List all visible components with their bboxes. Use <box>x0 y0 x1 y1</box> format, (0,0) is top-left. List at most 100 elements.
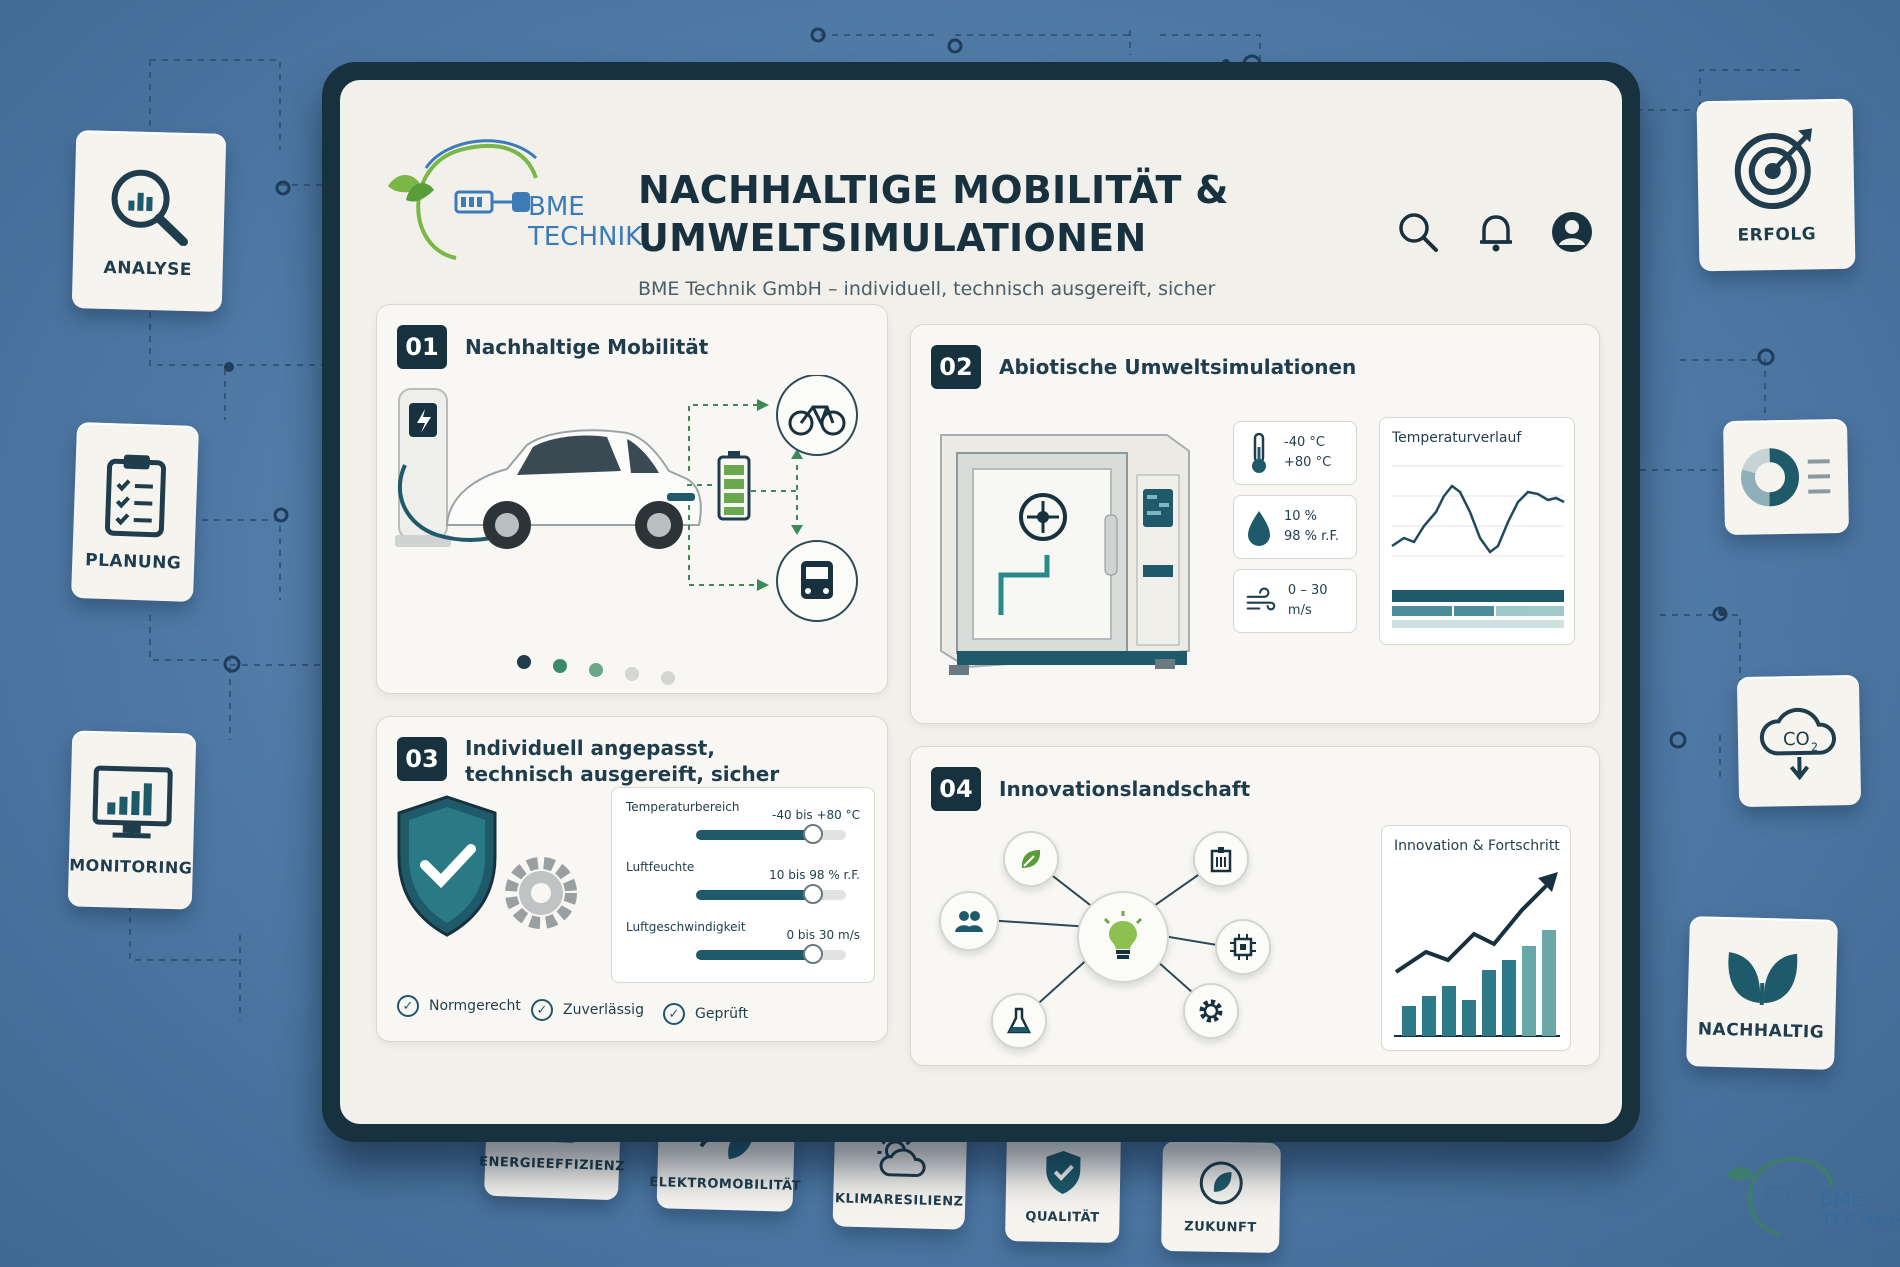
temperature-chart-title: Temperaturverlauf <box>1392 430 1522 446</box>
panel-individuell: 03 Individuell angepasst, technisch ausg… <box>376 716 888 1042</box>
temperature-max: +80 °C <box>1284 455 1332 470</box>
check-icon: ✓ <box>397 995 419 1017</box>
wind-icon <box>1246 587 1276 611</box>
svg-text:CO: CO <box>1783 729 1810 750</box>
logo-line2: TECHNIK <box>528 222 643 252</box>
slider-knob[interactable] <box>803 884 823 904</box>
svg-text:2: 2 <box>1811 741 1818 754</box>
leaf-icon <box>1021 850 1041 868</box>
slider-value: -40 bis +80 °C <box>772 808 860 822</box>
node-flask[interactable] <box>991 993 1047 1049</box>
slider-track[interactable] <box>696 824 846 844</box>
temperature-line-plot <box>1391 465 1565 628</box>
humidity-max: 98 % r.F. <box>1284 529 1339 544</box>
check-label: Normgerecht <box>429 998 521 1014</box>
shield-check-icon <box>1046 1150 1081 1194</box>
people-icon <box>955 911 983 932</box>
node-leaf[interactable] <box>1003 831 1059 887</box>
panel-number: 01 <box>397 325 447 369</box>
elektromobilitaet-label: Elektromobilität <box>649 1174 802 1194</box>
monitor-frame: BME TECHNIK Nachhaltige Mobilität & Umwe… <box>322 62 1640 1142</box>
target-icon <box>1734 128 1813 210</box>
user-avatar-icon[interactable] <box>1550 210 1594 254</box>
innovation-chart-title: Innovation & Fortschritt <box>1394 838 1560 854</box>
planung-tile[interactable]: Planung <box>70 421 200 603</box>
energieeffizienz-label: Energieeffizienz <box>478 1153 626 1175</box>
slider-row: Luftfeuchte 10 bis 98 % r.F. <box>626 860 860 912</box>
check-icon: ✓ <box>531 999 553 1021</box>
lightbulb-icon <box>1103 911 1143 959</box>
panel-title: Nachhaltige Mobilität <box>465 335 709 359</box>
gear-icon <box>1199 999 1223 1023</box>
search-icon[interactable] <box>1396 210 1440 254</box>
zukunft-tile[interactable]: Zukunft <box>1161 1140 1281 1254</box>
ev-charging-illustration <box>395 375 858 622</box>
leaf-icon <box>1728 952 1798 1006</box>
carousel-dot-5[interactable] <box>661 671 675 685</box>
node-building[interactable] <box>1193 831 1249 887</box>
watermark-line2: TECHNIK <box>1820 1209 1900 1233</box>
co2-tile[interactable]: CO 2 <box>1736 674 1862 808</box>
temperature-spec: -40 °C +80 °C <box>1233 421 1357 485</box>
page-subtitle: BME Technik GmbH – individuell, technisc… <box>638 278 1216 300</box>
panel-innovationslandschaft: 04 Innovationslandschaft Innovation & Fo… <box>910 746 1600 1066</box>
planung-label: Planung <box>84 550 182 574</box>
wind-spec: 0 – 30 m/s <box>1233 569 1357 633</box>
parameter-sliders: Temperaturbereich -40 bis +80 °C Luftfeuch… <box>611 787 875 983</box>
check-item: ✓ Zuverlässig <box>531 999 644 1021</box>
clipboard-checklist-icon <box>104 454 167 538</box>
node-people[interactable] <box>939 891 999 951</box>
carousel-dots <box>517 655 697 685</box>
slider-fill <box>696 950 813 960</box>
climate-chamber-illustration <box>940 434 1190 675</box>
leaf-circle-icon <box>1199 1161 1243 1205</box>
flask-icon <box>1006 1007 1032 1034</box>
building-icon <box>1210 847 1232 873</box>
panel-title: Innovationslandschaft <box>999 777 1251 801</box>
donut-list-icon <box>1741 448 1831 507</box>
panel-nachhaltige-mobilitaet: 01 Nachhaltige Mobilität <box>376 304 888 694</box>
donut-list-tile[interactable] <box>1723 418 1849 536</box>
erfolg-tile[interactable]: Erfolg <box>1696 98 1856 272</box>
node-chip[interactable] <box>1215 919 1271 975</box>
humidity-min: 10 % <box>1284 509 1318 524</box>
magnifier-chart-icon <box>111 169 188 247</box>
slider-knob[interactable] <box>803 944 823 964</box>
watermark-logo: BME TECHNIK <box>1720 1146 1900 1246</box>
klimaresilienz-label: Klimaresilienz <box>834 1190 964 1210</box>
thermometer-icon <box>1252 432 1266 473</box>
monitoring-label: Monitoring <box>68 854 193 878</box>
bell-icon[interactable] <box>1474 210 1518 254</box>
qualitaet-tile[interactable]: Qualität <box>1005 1129 1121 1243</box>
slider-track[interactable] <box>696 884 846 904</box>
slider-fill <box>696 830 813 840</box>
panel-number: 02 <box>931 345 981 389</box>
slider-track[interactable] <box>696 944 846 964</box>
chip-icon <box>1230 934 1256 960</box>
check-item: ✓ Normgerecht <box>397 995 521 1017</box>
carousel-dot-1[interactable] <box>517 655 531 669</box>
monitor-chart-icon <box>92 765 173 838</box>
temperature-chart: Temperaturverlauf <box>1379 417 1575 645</box>
zukunft-label: Zukunft <box>1184 1218 1257 1236</box>
nachhaltig-tile[interactable]: Nachhaltig <box>1686 916 1838 1070</box>
carousel-dot-2[interactable] <box>553 659 567 673</box>
logo-line1: BME <box>528 192 585 222</box>
co2-cloud-icon: CO 2 <box>1759 707 1836 781</box>
qualitaet-label: Qualität <box>1025 1208 1100 1226</box>
carousel-dot-3[interactable] <box>589 663 603 677</box>
slider-knob[interactable] <box>803 824 823 844</box>
analyse-tile[interactable]: Analyse <box>71 130 227 312</box>
shield-gear-illustration <box>397 795 577 937</box>
carousel-dot-4[interactable] <box>625 667 639 681</box>
growth-bar-chart <box>1394 872 1560 1037</box>
slider-label: Temperaturbereich <box>626 800 740 814</box>
panel-number: 03 <box>397 737 447 781</box>
nachhaltig-label: Nachhaltig <box>1697 1019 1825 1043</box>
node-lightbulb[interactable] <box>1077 891 1169 983</box>
monitoring-tile[interactable]: Monitoring <box>67 730 197 910</box>
panel-number: 04 <box>931 767 981 811</box>
node-gear[interactable] <box>1183 983 1239 1039</box>
slider-value: 0 bis 30 m/s <box>786 928 860 942</box>
erfolg-label: Erfolg <box>1737 224 1817 246</box>
